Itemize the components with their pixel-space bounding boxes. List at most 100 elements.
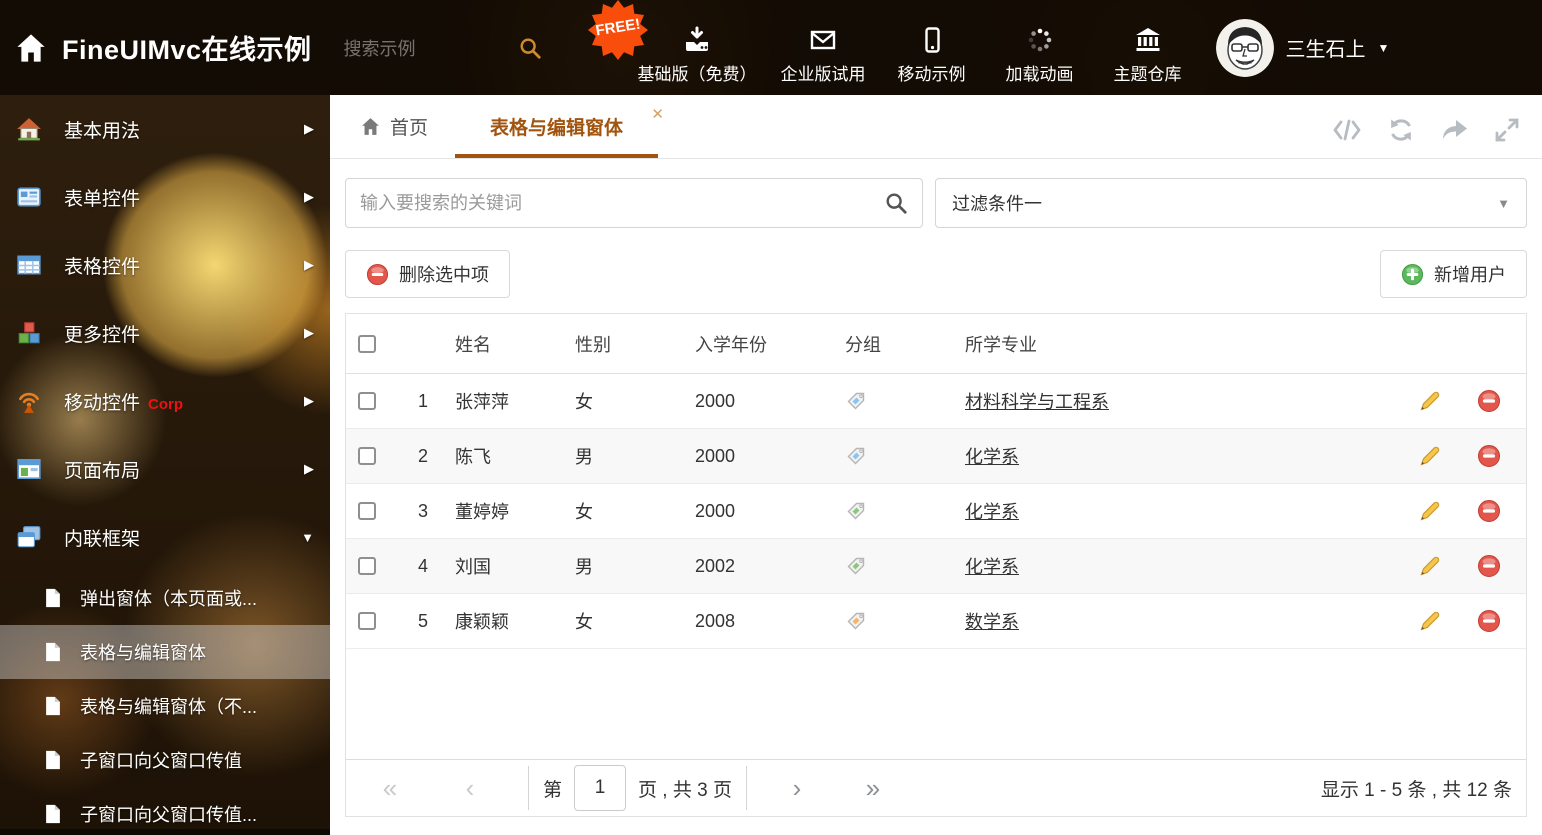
refresh-icon[interactable] [1388,117,1414,143]
sidebar-item-iframe[interactable]: 内联框架 ▼ [0,503,330,571]
page-input[interactable] [574,765,626,811]
row-checkbox[interactable] [358,502,376,520]
record-summary: 显示 1 - 5 条 , 共 12 条 [1321,775,1512,802]
chevron-right-icon: ▶ [304,121,314,137]
delete-icon[interactable] [1477,609,1501,633]
add-user-button[interactable]: 新增用户 [1380,250,1527,298]
search-icon[interactable] [884,191,908,215]
first-page-icon[interactable]: « [376,775,404,801]
cell-year: 2008 [686,611,836,632]
nav-basic-free[interactable]: FREE! 基础版（免费） [638,11,757,85]
sidebar-item-basic-usage[interactable]: 基本用法 ▶ [0,95,330,163]
column-header-group[interactable]: 分组 [836,331,956,357]
plus-circle-icon [1401,263,1424,286]
main-panel: 首页 表格与编辑窗体 ✕ [330,95,1542,835]
edit-pencil-icon[interactable] [1418,389,1442,413]
tab-home[interactable]: 首页 [360,113,428,140]
delete-icon[interactable] [1477,389,1501,413]
file-icon [42,749,64,771]
file-icon [42,695,64,717]
sidebar-subitem-popup-window[interactable]: 弹出窗体（本页面或... [0,571,330,625]
sidebar-subitem-child-to-parent-2[interactable]: 子窗口向父窗口传值... [0,787,330,835]
home-icon[interactable] [14,31,48,65]
tab-label: 表格与编辑窗体 [490,118,623,139]
close-icon[interactable]: ✕ [651,105,664,123]
filter-select[interactable]: 过滤条件一 ▼ [935,178,1527,228]
app: FineUIMvc在线示例 搜索示例 FREE! [0,0,1542,835]
nav-theme-store[interactable]: 主题仓库 [1106,11,1190,85]
expand-icon[interactable] [1494,117,1520,143]
delete-icon[interactable] [1477,554,1501,578]
edit-pencil-icon[interactable] [1418,609,1442,633]
row-checkbox[interactable] [358,392,376,410]
delete-icon[interactable] [1477,499,1501,523]
avatar[interactable] [1216,19,1274,77]
cell-name: 陈飞 [428,443,566,469]
sidebar-item-grid-controls[interactable]: 表格控件 ▶ [0,231,330,299]
nav-enterprise-trial[interactable]: 企业版试用 [781,11,866,85]
sidebar-item-page-layout[interactable]: 页面布局 ▶ [0,435,330,503]
chevron-right-icon: ▶ [304,325,314,341]
column-header-year[interactable]: 入学年份 [686,331,836,357]
column-header-name[interactable]: 姓名 [428,331,566,357]
envelope-icon [808,25,838,55]
delete-icon[interactable] [1477,444,1501,468]
edit-pencil-icon[interactable] [1418,499,1442,523]
share-forward-icon[interactable] [1440,117,1468,143]
brand[interactable]: FineUIMvc在线示例 [14,28,312,67]
select-all-checkbox[interactable] [358,335,376,353]
tab-bar: 首页 表格与编辑窗体 ✕ [330,95,1542,159]
sidebar-item-label: 内联框架 [64,524,301,551]
sidebar-subitem-grid-edit-window-2[interactable]: 表格与编辑窗体（不... [0,679,330,733]
user-menu[interactable]: 三生石上 ▼ [1216,19,1390,77]
major-link[interactable]: 化学系 [965,557,1019,577]
header-nav: FREE! 基础版（免费） 企业版试用 [638,11,1190,85]
header-search-placeholder: 搜索示例 [344,35,416,61]
major-link[interactable]: 材料科学与工程系 [965,392,1109,412]
row-number: 5 [390,611,428,632]
search-icon[interactable] [518,36,542,60]
username[interactable]: 三生石上 [1286,33,1366,62]
column-header-major[interactable]: 所学专业 [956,331,1408,357]
edit-pencil-icon[interactable] [1418,444,1442,468]
row-number: 1 [390,391,428,412]
prev-page-icon[interactable]: ‹ [456,775,484,801]
cubes-icon [16,320,42,346]
tab-grid-edit-window[interactable]: 表格与编辑窗体 ✕ [455,113,658,158]
edit-pencil-icon[interactable] [1418,554,1442,578]
sidebar-item-mobile-controls[interactable]: 移动控件Corp ▶ [0,367,330,435]
nav-label: 基础版（免费） [638,60,757,85]
source-code-icon[interactable] [1332,117,1362,143]
next-page-icon[interactable]: › [783,775,811,801]
header-search[interactable]: 搜索示例 [344,35,542,61]
sidebar-subitem-label: 弹出窗体（本页面或... [80,585,257,611]
major-link[interactable]: 数学系 [965,612,1019,632]
sidebar-item-more-controls[interactable]: 更多控件 ▶ [0,299,330,367]
cell-year: 2002 [686,556,836,577]
row-checkbox[interactable] [358,612,376,630]
last-page-icon[interactable]: » [859,775,887,801]
sidebar-item-form-controls[interactable]: 表单控件 ▶ [0,163,330,231]
major-link[interactable]: 化学系 [965,502,1019,522]
caret-down-icon[interactable]: ▼ [1378,41,1390,55]
row-checkbox[interactable] [358,557,376,575]
button-label: 删除选中项 [399,261,489,287]
nav-mobile-demo[interactable]: 移动示例 [890,11,974,85]
filter-row: 过滤条件一 ▼ [345,178,1527,228]
row-number: 3 [390,501,428,522]
page-suffix: 页 , 共 3 页 [638,775,732,802]
row-checkbox[interactable] [358,447,376,465]
sidebar-subitem-child-to-parent[interactable]: 子窗口向父窗口传值 [0,733,330,787]
delete-selected-button[interactable]: 删除选中项 [345,250,510,298]
nav-loading-animation[interactable]: 加载动画 [998,11,1082,85]
divider [528,766,529,810]
bank-icon [1133,25,1163,55]
search-input[interactable] [360,193,884,214]
column-header-gender[interactable]: 性别 [566,331,686,357]
sidebar-item-label: 移动控件Corp [64,388,304,415]
keyword-search-box[interactable] [345,178,923,228]
caret-down-icon: ▼ [1497,196,1510,211]
major-link[interactable]: 化学系 [965,447,1019,467]
antenna-icon [16,388,42,414]
sidebar-subitem-grid-edit-window[interactable]: 表格与编辑窗体 [0,625,330,679]
